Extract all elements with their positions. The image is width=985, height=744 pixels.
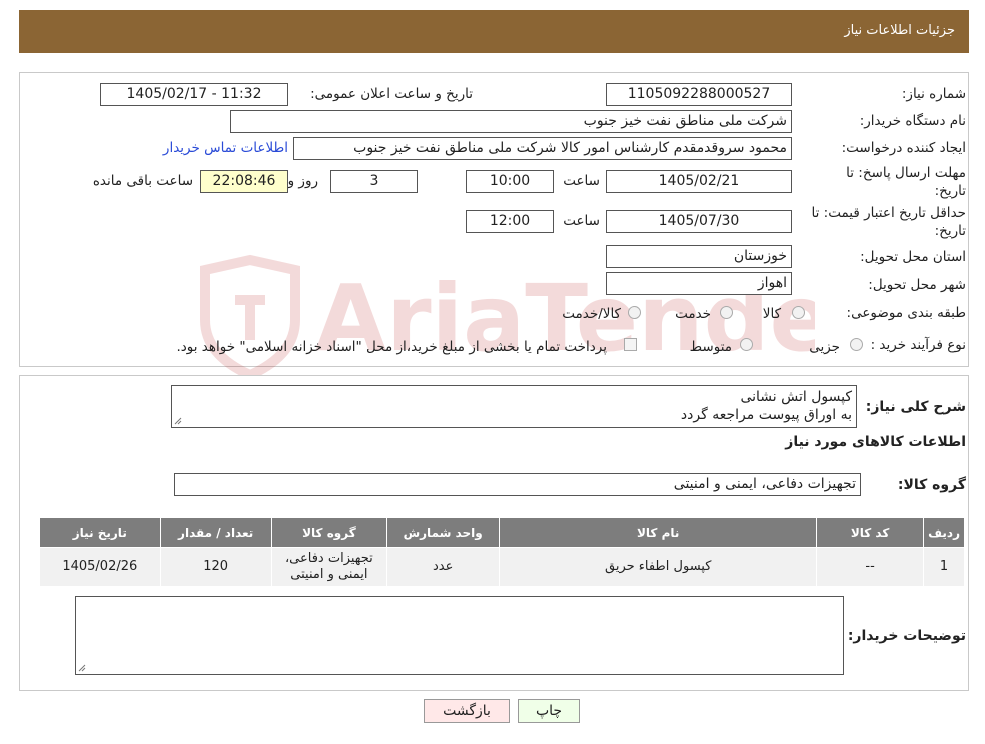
cell-code: --	[816, 547, 925, 587]
cell-unit: عدد	[386, 547, 501, 587]
goods-info-title: اطلاعات کالاهای مورد نیاز	[785, 434, 966, 450]
resize-handle-icon[interactable]	[78, 664, 86, 672]
cell-row: 1	[923, 547, 965, 587]
goods-group-field: تجهیزات دفاعی، ایمنی و امنیتی	[174, 473, 861, 496]
city-label: شهر محل تحویل:	[868, 277, 966, 293]
col-qty: تعداد / مقدار	[159, 517, 272, 548]
validity-date-field: 1405/07/30	[606, 210, 792, 233]
announce-field: 1405/02/17 - 11:32	[100, 83, 288, 106]
city-field: اهواز	[606, 272, 792, 295]
cell-date: 1405/02/26	[39, 547, 161, 587]
category-option-goods: کالا	[762, 306, 781, 322]
treasury-checkbox[interactable]	[624, 338, 637, 351]
cell-group: تجهیزات دفاعی، ایمنی و امنیتی	[270, 547, 388, 587]
category-option-service: خدمت	[675, 306, 711, 322]
deadline-time-label: ساعت	[563, 173, 600, 189]
remaining-label: ساعت باقی مانده	[92, 173, 193, 189]
category-radio-goods-service[interactable]	[628, 306, 641, 319]
province-field: خوزستان	[606, 245, 792, 268]
process-label: نوع فرآیند خرید :	[870, 337, 966, 353]
general-desc-line-1: کپسول اتش نشانی	[740, 389, 852, 405]
need-number-label: شماره نیاز:	[901, 86, 966, 102]
process-radio-medium[interactable]	[740, 338, 753, 351]
deadline-date-field: 1405/02/21	[606, 170, 792, 193]
process-option-minor: جزیی	[809, 339, 840, 355]
table-row: 1 -- کپسول اطفاء حریق عدد تجهیزات دفاعی،…	[39, 547, 965, 587]
col-code: کد کالا	[816, 517, 925, 548]
resize-handle-icon[interactable]	[174, 417, 182, 425]
buyer-notes-field[interactable]	[75, 596, 844, 675]
need-number-field: 1105092288000527	[606, 83, 792, 106]
col-unit: واحد شمارش	[386, 517, 501, 548]
print-button[interactable]: چاپ	[518, 699, 580, 723]
category-option-goods-service: کالا/خدمت	[562, 306, 621, 322]
category-radio-goods[interactable]	[792, 306, 805, 319]
general-desc-line-2: به اوراق پیوست مراجعه گردد	[680, 407, 852, 423]
deadline-label-2: تاریخ:	[934, 183, 966, 199]
page-header: جزئیات اطلاعات نیاز	[19, 10, 969, 53]
buyer-org-label: نام دستگاه خریدار:	[859, 113, 966, 129]
cell-name: کپسول اطفاء حریق	[499, 547, 818, 587]
days-label: روز و	[287, 173, 318, 189]
general-desc-field[interactable]: کپسول اتش نشانی به اوراق پیوست مراجعه گر…	[171, 385, 857, 428]
general-desc-label: شرح کلی نیاز:	[865, 399, 966, 415]
buyer-notes-label: توضیحات خریدار:	[847, 628, 966, 644]
remaining-time-field: 22:08:46	[200, 170, 288, 193]
page-title: جزئیات اطلاعات نیاز	[844, 23, 955, 38]
process-note: پرداخت تمام یا بخشی از مبلغ خرید،از محل …	[176, 339, 607, 355]
goods-group-label: گروه کالا:	[897, 477, 966, 493]
cell-qty: 120	[159, 547, 272, 587]
creator-field: محمود سروقدمقدم کارشناس امور کالا شرکت م…	[293, 137, 792, 160]
process-radio-minor[interactable]	[850, 338, 863, 351]
col-group: گروه کالا	[270, 517, 388, 548]
validity-label: حداقل تاریخ اعتبار قیمت: تا	[811, 205, 966, 221]
deadline-label: مهلت ارسال پاسخ: تا	[846, 165, 966, 181]
province-label: استان محل تحویل:	[860, 249, 966, 265]
validity-label-2: تاریخ:	[934, 223, 966, 239]
validity-time-label: ساعت	[563, 213, 600, 229]
back-button[interactable]: بازگشت	[424, 699, 510, 723]
col-row: ردیف	[923, 517, 965, 548]
buyer-org-field: شرکت ملی مناطق نفت خیز جنوب	[230, 110, 792, 133]
deadline-time-field: 10:00	[466, 170, 554, 193]
days-field: 3	[330, 170, 418, 193]
goods-table-header: ردیف کد کالا نام کالا واحد شمارش گروه کا…	[39, 517, 965, 548]
category-label: طبقه بندی موضوعی:	[846, 305, 966, 321]
process-option-medium: متوسط	[689, 339, 732, 355]
announce-label: تاریخ و ساعت اعلان عمومی:	[310, 86, 473, 102]
category-radio-service[interactable]	[720, 306, 733, 319]
creator-label: ایجاد کننده درخواست:	[841, 140, 966, 156]
col-name: نام کالا	[499, 517, 818, 548]
goods-table: ردیف کد کالا نام کالا واحد شمارش گروه کا…	[39, 517, 965, 587]
validity-time-field: 12:00	[466, 210, 554, 233]
contact-buyer-link[interactable]: اطلاعات تماس خریدار	[163, 140, 288, 156]
col-date: تاریخ نیاز	[39, 517, 161, 548]
